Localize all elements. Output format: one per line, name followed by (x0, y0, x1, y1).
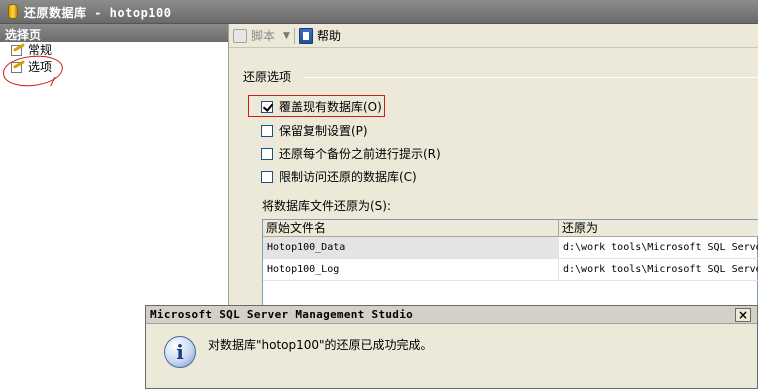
checkbox-icon[interactable] (261, 171, 273, 183)
close-icon[interactable]: × (735, 308, 751, 322)
page-selector-header: 选择页 (0, 24, 228, 42)
dialog-message: 对数据库"hotop100"的还原已成功完成。 (208, 338, 433, 352)
script-label: 脚本 (251, 29, 276, 43)
restore-files-label: 将数据库文件还原为(S): (262, 199, 392, 213)
table-cell[interactable]: d:\work tools\Microsoft SQL Serve (559, 259, 758, 281)
help-button[interactable]: 帮助 (299, 28, 341, 44)
window-title-bar: 还原数据库 - hotop100 (0, 0, 758, 24)
dialog-title: Microsoft SQL Server Management Studio (150, 308, 414, 321)
table-cell[interactable]: Hotop100_Log (263, 259, 559, 281)
checkbox-icon[interactable] (261, 148, 273, 160)
table-cell[interactable]: d:\work tools\Microsoft SQL Serve (559, 237, 758, 259)
checkbox-checked-icon[interactable] (261, 101, 273, 113)
restrict-access-checkbox[interactable]: 限制访问还原的数据库(C) (261, 169, 417, 185)
help-label: 帮助 (317, 29, 342, 43)
dialog-title-bar: Microsoft SQL Server Management Studio × (146, 306, 757, 324)
column-header-restore-as[interactable]: 还原为 (559, 220, 758, 237)
group-divider (303, 77, 758, 78)
help-book-icon (299, 28, 313, 44)
checkbox-label: 覆盖现有数据库(O) (279, 100, 382, 114)
chevron-down-icon[interactable]: ▼ (283, 28, 290, 44)
table-cell[interactable]: Hotop100_Data (263, 237, 559, 259)
information-icon: i (164, 336, 196, 368)
checkbox-icon[interactable] (261, 125, 273, 137)
toolbar-separator (294, 28, 295, 44)
window-title: 还原数据库 - hotop100 (24, 6, 172, 20)
prompt-before-restore-checkbox[interactable]: 还原每个备份之前进行提示(R) (261, 146, 441, 162)
checkbox-label: 限制访问还原的数据库(C) (279, 170, 417, 184)
column-header-original-file[interactable]: 原始文件名 (263, 220, 559, 237)
database-icon (8, 4, 18, 19)
checkbox-label: 保留复制设置(P) (279, 124, 368, 138)
script-button[interactable]: 脚本 (233, 28, 275, 44)
page-wand-icon (9, 43, 25, 57)
success-message-dialog: Microsoft SQL Server Management Studio ×… (145, 305, 758, 389)
preserve-replication-checkbox[interactable]: 保留复制设置(P) (261, 123, 368, 139)
script-icon (233, 29, 247, 43)
toolbar: 脚本 ▼ 帮助 (229, 24, 758, 48)
checkbox-label: 还原每个备份之前进行提示(R) (279, 147, 441, 161)
restore-options-group-label: 还原选项 (243, 70, 292, 84)
overwrite-database-checkbox[interactable]: 覆盖现有数据库(O) (261, 99, 382, 115)
